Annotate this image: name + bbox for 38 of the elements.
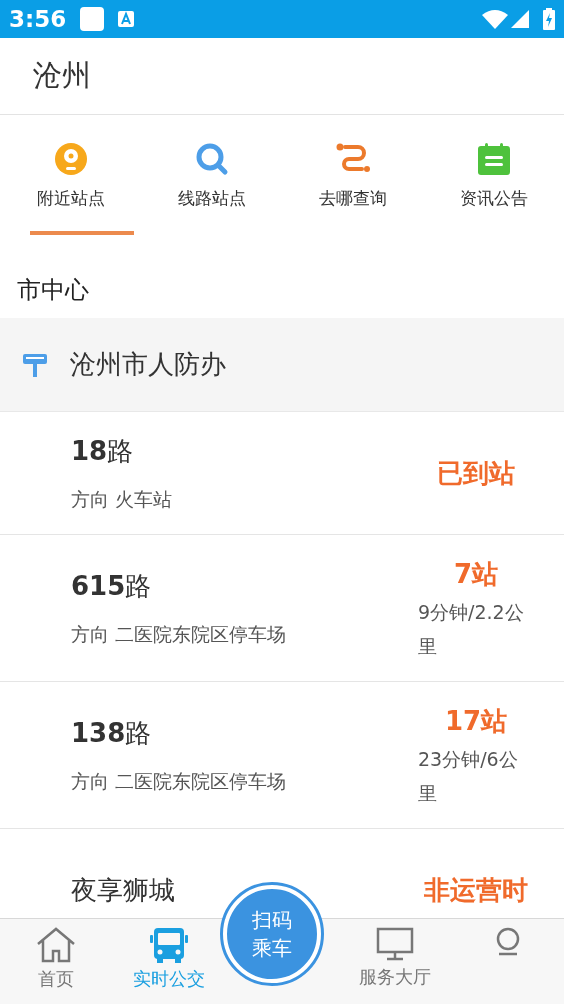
arrival-status: 7站	[453, 558, 499, 591]
route-row[interactable]: 18路 方向 火车站 已到站	[0, 412, 564, 535]
search-icon	[194, 142, 229, 176]
route-row[interactable]: 615路 方向 二医院东院区停车场 7站 9分钟/2.2公里	[0, 535, 564, 682]
calendar-icon	[476, 142, 511, 176]
bus-icon	[149, 927, 190, 963]
keyboard-icon	[118, 11, 135, 27]
signal-icon	[511, 10, 529, 28]
arrival-status: 17站	[444, 705, 508, 738]
station-name: 沧州市人防办	[70, 348, 226, 381]
location-pin-icon	[53, 142, 88, 176]
category-tab[interactable]: 去哪查询	[282, 115, 423, 235]
route-direction: 方向 二医院东院区停车场	[71, 622, 288, 648]
route-name: 18路	[71, 435, 135, 469]
arrival-status: 已到站	[437, 457, 515, 490]
monitor-icon	[375, 927, 414, 961]
bus-stop-icon	[22, 351, 48, 378]
category-tab[interactable]: 资讯公告	[423, 115, 564, 235]
nav-tab[interactable]: 服务大厅	[358, 963, 431, 990]
route-name: 138路	[71, 717, 153, 751]
route-row[interactable]: 138路 方向 二医院东院区停车场 17站 23分钟/6公里	[0, 682, 564, 829]
category-tab[interactable]: 线路站点	[141, 115, 282, 235]
route-name: 夜享狮城	[71, 873, 176, 907]
status-time: 3:56	[9, 4, 67, 34]
city-title: 沧州	[33, 57, 91, 95]
wifi-icon	[482, 9, 508, 29]
nav-tab[interactable]: 首页	[38, 965, 75, 992]
route-direction: 方向 火车站	[71, 487, 174, 513]
arrival-status: 非运营时	[424, 874, 528, 907]
station-row[interactable]: 沧州市人防办	[0, 318, 564, 412]
category-tab[interactable]: 附近站点	[0, 115, 141, 235]
battery-icon	[543, 8, 555, 30]
route-name: 615路	[71, 570, 153, 604]
arrival-detail: 23分钟/6公里	[418, 747, 519, 806]
notification-icon	[80, 7, 105, 31]
arrival-detail: 9分钟/2.2公里	[418, 600, 525, 659]
route-direction: 方向 二医院东院区停车场	[71, 769, 288, 795]
section-title: 市中心	[17, 275, 89, 306]
